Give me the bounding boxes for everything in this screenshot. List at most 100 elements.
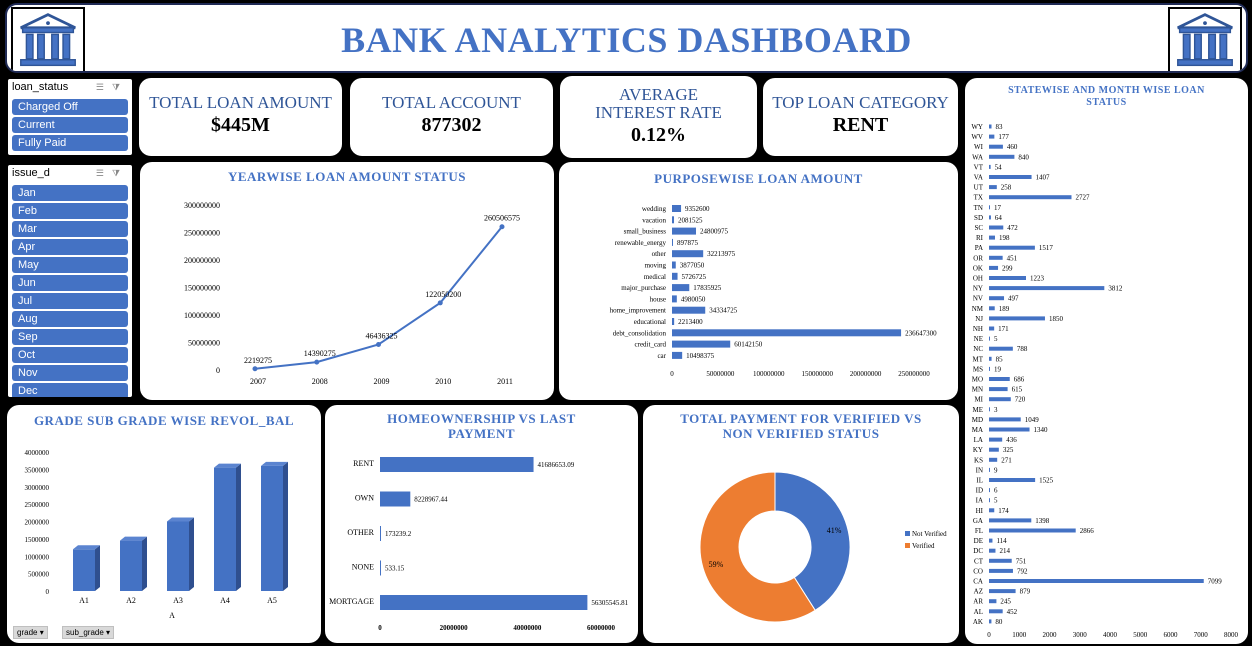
- grade-chart-panel: GRADE SUB GRADE WISE REVOL_BAL 0 500000 10…: [7, 405, 321, 643]
- slicer-item[interactable]: Jan: [12, 185, 128, 201]
- category-label: FL: [975, 527, 983, 535]
- kpi-label: TOP LOAN CATEGORY: [772, 93, 949, 112]
- slicer-item[interactable]: Mar: [12, 221, 128, 237]
- clear-filter-icon[interactable]: ⧩: [112, 168, 128, 178]
- category-label: ID: [976, 487, 983, 495]
- slicer-item[interactable]: Charged Off: [12, 99, 128, 115]
- bar: [672, 261, 676, 269]
- y-tick-label: 1500000: [25, 536, 50, 544]
- category-label: MT: [973, 355, 984, 363]
- bar-side: [142, 536, 147, 591]
- data-label: 54: [995, 163, 1003, 171]
- slicer-item[interactable]: Aug: [12, 311, 128, 327]
- series-line: [254, 226, 503, 370]
- bar: [989, 235, 995, 240]
- kpi-top-category: TOP LOAN CATEGORY RENT: [763, 78, 958, 156]
- data-label: 1407: [1036, 174, 1051, 182]
- slicer-item[interactable]: Current: [12, 117, 128, 133]
- bar: [672, 205, 682, 212]
- yearwise-chart-panel: YEARWISE LOAN AMOUNT STATUS 0 50000000 100…: [140, 162, 554, 400]
- grade-filter-button[interactable]: grade ▾: [13, 626, 48, 639]
- data-label: 122050200: [425, 290, 461, 299]
- bank-logo-right-icon: [1168, 7, 1242, 71]
- x-tick-label: 200000000: [850, 370, 882, 378]
- x-tick-label: 4000: [1103, 631, 1118, 639]
- bar: [261, 465, 283, 591]
- multi-select-icon[interactable]: ☰: [96, 82, 112, 92]
- category-label: home_improvement: [610, 307, 666, 315]
- loan-status-slicer[interactable]: loan_status ☰⧩ Charged Off Current Fully P…: [8, 79, 132, 155]
- data-label: 46436325: [366, 331, 398, 340]
- bar: [380, 560, 381, 576]
- data-label: 5: [994, 497, 998, 505]
- y-tick-label: 2500000: [25, 501, 50, 509]
- category-label: NONE: [352, 563, 374, 572]
- category-label: VA: [974, 174, 983, 182]
- slicer-item[interactable]: Jul: [12, 293, 128, 309]
- slicer-item[interactable]: Oct: [12, 347, 128, 363]
- bar: [989, 134, 995, 139]
- bar: [989, 346, 1013, 351]
- data-label: 299: [1002, 264, 1013, 272]
- data-label: 3: [994, 406, 998, 414]
- data-point: [437, 300, 443, 306]
- x-tick-label: 0: [670, 370, 674, 378]
- data-label: 2081525: [678, 216, 703, 224]
- legend-label: Verified: [912, 542, 935, 550]
- bar: [989, 387, 1008, 392]
- x-tick-label: A5: [267, 596, 277, 605]
- sub-grade-filter-button[interactable]: sub_grade ▾: [62, 626, 115, 639]
- bar: [989, 498, 990, 503]
- data-label: 1517: [1039, 244, 1054, 252]
- category-label: TX: [974, 194, 983, 202]
- data-label: 19: [994, 365, 1002, 373]
- x-tick-label: 7000: [1194, 631, 1209, 639]
- x-tick-label: 100000000: [753, 370, 785, 378]
- data-label: 4980050: [681, 295, 706, 303]
- category-label: major_purchase: [621, 284, 666, 292]
- category-label: house: [650, 295, 666, 303]
- bar: [989, 518, 1032, 523]
- clear-filter-icon[interactable]: ⧩: [112, 82, 128, 92]
- slicer-item[interactable]: Jun: [12, 275, 128, 291]
- slicer-item[interactable]: Feb: [12, 203, 128, 219]
- x-tick-label: 250000000: [898, 370, 930, 378]
- slicer-item[interactable]: Apr: [12, 239, 128, 255]
- category-label: NY: [973, 285, 983, 293]
- x-tick-label: 6000: [1164, 631, 1179, 639]
- y-tick-label: 250000000: [184, 229, 220, 238]
- category-label: CT: [974, 557, 984, 565]
- slicer-item[interactable]: Fully Paid: [12, 135, 128, 151]
- category-label: DC: [973, 547, 983, 555]
- category-label: NE: [974, 335, 983, 343]
- category-label: AR: [973, 598, 983, 606]
- category-label: MS: [973, 365, 983, 373]
- multi-select-icon[interactable]: ☰: [96, 168, 112, 178]
- bar: [167, 521, 189, 591]
- data-label: 260506575: [484, 214, 520, 223]
- purposewise-chart-panel: PURPOSEWISE LOAN AMOUNT wedding 9352600 va…: [559, 162, 958, 400]
- data-label: 686: [1014, 376, 1025, 384]
- category-label: UT: [974, 184, 984, 192]
- category-label: other: [652, 250, 667, 258]
- slicer-item[interactable]: May: [12, 257, 128, 273]
- issue-date-slicer[interactable]: issue_d ☰⧩ Jan Feb Mar Apr May Jun Jul Aug Sep Oc…: [8, 165, 132, 397]
- bar: [989, 366, 990, 371]
- y-tick-label: 100000000: [184, 311, 220, 320]
- data-label: 1049: [1025, 416, 1040, 424]
- bar: [989, 164, 991, 169]
- bar: [120, 540, 142, 591]
- slicer-item[interactable]: Nov: [12, 365, 128, 381]
- data-label: 879: [1020, 588, 1031, 596]
- category-label: SD: [974, 214, 983, 222]
- x-tick-label: 0: [987, 631, 991, 639]
- data-label: 8228967.44: [414, 496, 448, 504]
- bar: [989, 579, 1204, 583]
- bar: [672, 272, 678, 280]
- category-label: NH: [973, 325, 983, 333]
- slicer-item[interactable]: Sep: [12, 329, 128, 345]
- category-label: small_business: [624, 228, 667, 236]
- bar: [989, 528, 1076, 533]
- x-tick-label: 2010: [435, 377, 451, 386]
- slicer-item[interactable]: Dec: [12, 383, 128, 397]
